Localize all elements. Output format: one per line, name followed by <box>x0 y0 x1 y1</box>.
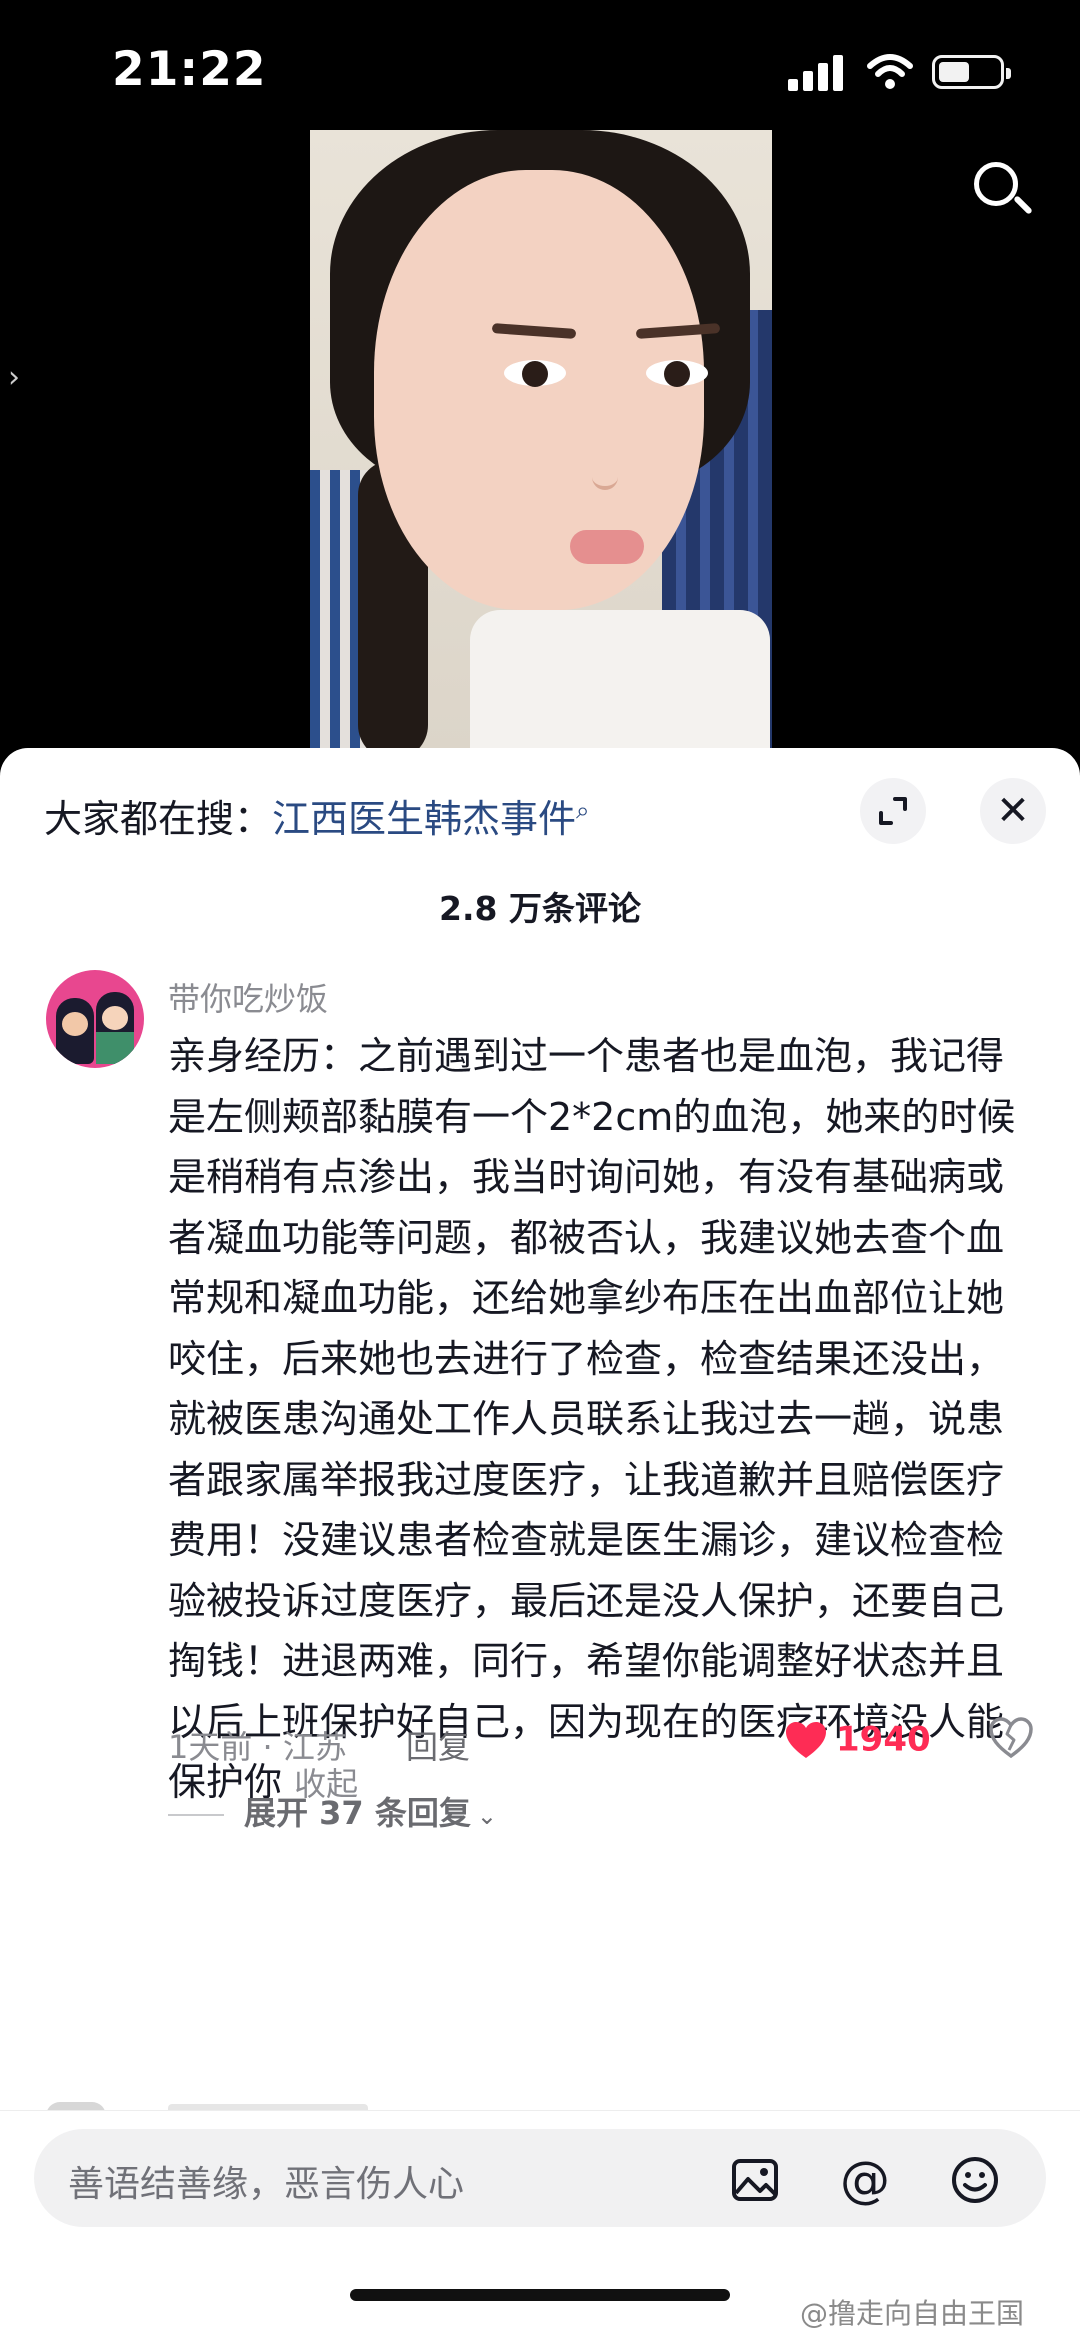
trending-search[interactable]: 大家都在搜：江西医生韩杰事件⌕ <box>44 788 589 843</box>
comment-text[interactable]: 亲身经历：之前遇到过一个患者也是血泡，我记得是左侧颊部黏膜有一个2*2cm的血泡… <box>168 1026 1034 1815</box>
wifi-icon <box>867 54 913 89</box>
comment-count: 2.8 万条评论 <box>439 889 641 928</box>
status-time: 21:22 <box>112 42 267 97</box>
comment-input-placeholder: 善语结善缘，恶言伤人心 <box>68 2164 465 2205</box>
reply-button[interactable]: 回复 <box>406 1722 470 1768</box>
emoji-icon[interactable] <box>950 2155 1000 2205</box>
broken-heart-icon[interactable] <box>988 1716 1034 1760</box>
person-shirt <box>470 610 770 750</box>
chevron-right-icon[interactable]: › <box>8 360 20 395</box>
right-eye <box>646 360 708 387</box>
expand-replies-button[interactable]: 展开 37 条回复 ⌄ <box>168 1788 497 1834</box>
trending-prefix: 大家都在搜： <box>44 797 273 841</box>
image-icon[interactable] <box>730 2155 780 2205</box>
mouth <box>570 530 644 564</box>
divider <box>168 1814 224 1816</box>
home-indicator[interactable] <box>350 2289 730 2301</box>
left-brow <box>491 323 577 339</box>
at-icon[interactable]: @ <box>840 2155 890 2205</box>
status-bar: 21:22 <box>0 0 1080 130</box>
nose <box>592 430 618 490</box>
chevron-down-icon: ⌄ <box>476 1802 497 1830</box>
expand-button[interactable] <box>860 778 926 844</box>
comment-text-content: 亲身经历：之前遇到过一个患者也是血泡，我记得是左侧颊部黏膜有一个2*2cm的血泡… <box>168 1034 1016 1804</box>
heart-icon <box>786 1721 826 1758</box>
cellular-signal-icon <box>788 55 844 91</box>
comment-input[interactable]: 善语结善缘，恶言伤人心 @ <box>34 2129 1046 2227</box>
search-small-icon: ⌕ <box>576 796 590 825</box>
comment-time-location: 1天前 · 江苏 <box>168 1728 347 1766</box>
like-button[interactable]: 1940 <box>784 1718 931 1762</box>
close-icon: ✕ <box>996 788 1030 834</box>
battery-icon <box>932 55 1011 89</box>
person-face <box>374 170 721 610</box>
expand-icon <box>879 797 907 825</box>
left-eye <box>504 360 566 387</box>
avatar[interactable] <box>46 970 144 1068</box>
expand-replies-label: 展开 37 条回复 <box>244 1794 471 1832</box>
close-button[interactable]: ✕ <box>980 778 1046 844</box>
like-count: 1940 <box>836 1719 931 1760</box>
comment-sheet: 大家都在搜：江西医生韩杰事件⌕ ✕ 2.8 万条评论 带你吃炒饭 亲身经历：之前… <box>0 748 1080 2337</box>
search-icon[interactable] <box>970 158 1034 222</box>
video-frame[interactable] <box>310 130 772 750</box>
comment-username[interactable]: 带你吃炒饭 <box>168 974 328 1020</box>
trending-keyword[interactable]: 江西医生韩杰事件 <box>272 797 576 841</box>
watermark: @撸走向自由王国 <box>800 2297 1025 2330</box>
